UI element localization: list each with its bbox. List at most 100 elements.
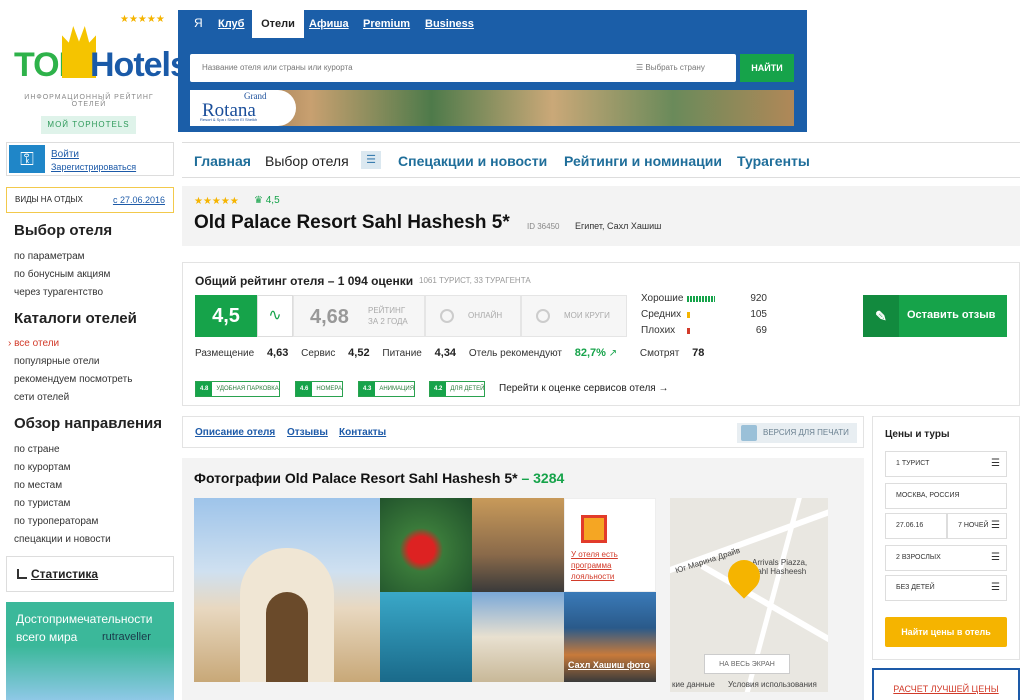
date-field[interactable]: 27.06.16 <box>885 513 947 539</box>
find-prices-button[interactable]: Найти цены в отель <box>885 617 1007 647</box>
flower-photo[interactable] <box>380 498 472 592</box>
photo-caption[interactable]: Сахл Хашиш фото <box>568 660 650 670</box>
sidebar-link[interactable]: через турагентство <box>14 287 103 298</box>
nav-ratings[interactable]: Рейтинги и номинации <box>564 153 722 169</box>
vacation-label: ВИДЫ НА ОТДЫХ <box>15 195 83 204</box>
statistics-link[interactable]: Статистика <box>31 567 98 581</box>
disabled-circle-icon <box>536 309 550 323</box>
rutraveller-banner[interactable]: Достопримечательности всего мира rutravel… <box>6 602 174 700</box>
adults-select[interactable]: 2 ВЗРОСЛЫХ ☰ <box>885 545 1007 571</box>
photos-count[interactable]: – 3284 <box>521 470 564 486</box>
online-rating[interactable]: ОНЛАЙН <box>425 295 521 337</box>
circles-rating[interactable]: МОИ КРУГИ <box>521 295 627 337</box>
search-button[interactable]: НАЙТИ <box>740 54 794 82</box>
sidebar-link[interactable]: по местам <box>14 480 62 491</box>
nav-choose-hotel[interactable]: Выбор отеля <box>265 153 349 169</box>
city-select[interactable]: МОСКВА, РОССИЯ <box>885 483 1007 509</box>
topnav-club[interactable]: Клуб <box>218 18 244 30</box>
two-year-score: 4,68 <box>310 306 349 328</box>
topnav-afisha[interactable]: Афиша <box>309 18 349 30</box>
nav-home[interactable]: Главная <box>194 153 251 169</box>
register-link[interactable]: Зарегистрироваться <box>51 162 136 172</box>
rating-panel: Общий рейтинг отеля – 1 094 оценки 1061 … <box>182 262 1020 406</box>
prices-title: Цены и туры <box>885 429 950 440</box>
sidebar-catalog-title: Каталоги отелей <box>14 310 137 327</box>
gym-photo[interactable] <box>472 498 564 592</box>
sidebar-link-active[interactable]: › все отели <box>8 338 59 349</box>
rating-title: Общий рейтинг отеля – 1 094 оценки <box>195 274 414 288</box>
chart-icon <box>17 569 27 579</box>
sidebar-link[interactable]: по туроператорам <box>14 516 98 527</box>
topnav-business[interactable]: Business <box>425 18 474 30</box>
service-chip[interactable]: 4.2 ДЛЯ ДЕТЕЙ <box>429 381 486 397</box>
services-rating-link[interactable]: Перейти к оценке сервисов отеля → <box>499 383 669 394</box>
rotana-ad-banner[interactable]: Grand Rotana Resort & Spa • Sharm El She… <box>190 90 794 126</box>
nav-agents[interactable]: Турагенты <box>737 153 810 169</box>
sidebar-link[interactable]: по стране <box>14 444 60 455</box>
disabled-circle-icon <box>440 309 454 323</box>
sidebar-link[interactable]: по курортам <box>14 462 71 473</box>
tab-description[interactable]: Описание отеля <box>195 427 275 438</box>
search-input[interactable]: Название отеля или страны или курорта ☰ … <box>190 54 736 82</box>
map-terms-link[interactable]: Условия использования <box>728 680 817 689</box>
tab-contacts[interactable]: Контакты <box>339 427 386 438</box>
loyalty-link[interactable]: У отеля есть программа лояльности <box>571 549 655 582</box>
hotel-map[interactable]: Юг Марина Драйв Arrivals Piazza, Sahl Ha… <box>670 498 828 692</box>
menu-icon: ☰ <box>991 458 1000 469</box>
sidebar-link[interactable]: спецакции и новости <box>14 534 111 545</box>
sidebar-link[interactable]: рекомендуем посмотреть <box>14 374 132 385</box>
vacation-box[interactable]: ВИДЫ НА ОТДЫХ с 27.06.2016 <box>6 187 174 213</box>
my-tophotels-button[interactable]: МОЙ TOPHOTELS <box>41 116 136 134</box>
tourists-select[interactable]: 1 ТУРИСТ ☰ <box>885 451 1007 477</box>
pencil-icon: ✎ <box>863 295 899 337</box>
photos-title: Фотографии Old Palace Resort Sahl Hashes… <box>194 470 565 486</box>
nights-select[interactable]: 7 НОЧЕЙ ☰ <box>947 513 1007 539</box>
menu-icon[interactable]: ☰ <box>361 151 381 169</box>
vacation-date[interactable]: с 27.06.2016 <box>113 188 165 212</box>
sidebar-link[interactable]: по бонусным акциям <box>14 269 110 280</box>
sidebar-link[interactable]: популярные отели <box>14 356 100 367</box>
loyalty-card[interactable]: У отеля есть программа лояльности <box>564 498 656 592</box>
hotel-rating-value: 4,5 <box>265 195 280 206</box>
statistics-box[interactable]: Статистика <box>6 556 174 592</box>
sub-scores: Размещение 4,63 Сервис 4,52 Питание 4,34… <box>195 347 714 359</box>
print-version-button[interactable]: ВЕРСИЯ ДЛЯ ПЕЧАТИ <box>737 423 857 443</box>
views: Смотрят 78 <box>639 347 705 359</box>
tab-reviews[interactable]: Отзывы <box>287 427 328 438</box>
trend-icon[interactable]: ∿ <box>257 295 293 337</box>
banner-line2: всего мира <box>16 630 78 644</box>
service-chip[interactable]: 4.6 НОМЕРА <box>295 381 343 397</box>
best-price-link[interactable]: РАСЧЕТ ЛУЧШЕЙ ЦЕНЫ <box>872 668 1020 700</box>
hotel-location[interactable]: Египет, Сахл Хашиш <box>575 221 661 231</box>
main-nav: Главная Выбор отеля ☰ Спецакции и новост… <box>182 142 1020 178</box>
sub-score: Размещение 4,63 <box>195 347 289 359</box>
nav-specials[interactable]: Спецакции и новости <box>398 153 547 169</box>
leave-review-button[interactable]: ✎ Оставить отзыв <box>863 295 1007 337</box>
map-fullscreen-button[interactable]: НА ВЕСЬ ЭКРАН <box>704 654 790 674</box>
topnav-premium[interactable]: Premium <box>363 18 410 30</box>
banner-brand: rutraveller <box>102 631 151 643</box>
dist-row-avg: Средних 105 <box>641 309 767 320</box>
country-select[interactable]: ☰ Выбрать страну <box>636 63 705 72</box>
sidebar-link[interactable]: по параметрам <box>14 251 85 262</box>
dist-count: 69 <box>755 325 767 336</box>
online-label: ОНЛАЙН <box>468 311 503 320</box>
hotel-main-photo[interactable] <box>194 498 380 682</box>
tophotels-logo[interactable]: ★★★★★ TOP Hotels <box>12 14 189 88</box>
sidebar-link[interactable]: по туристам <box>14 498 70 509</box>
snorkel-photo[interactable] <box>380 592 472 682</box>
topnav-hotels-active[interactable]: Отели <box>252 10 304 38</box>
arch-photo[interactable] <box>472 592 564 682</box>
rotana-sub: Resort & Spa • Sharm El Sheikh <box>200 117 258 122</box>
sidebar-link[interactable]: сети отелей <box>14 392 69 403</box>
hotel-id: ID 36450 <box>527 222 560 231</box>
service-chip[interactable]: 4.3 АНИМАЦИЯ <box>358 381 416 397</box>
dist-bar-bad <box>687 328 690 334</box>
dist-label: Средних <box>641 309 682 320</box>
children-select[interactable]: БЕЗ ДЕТЕЙ ☰ <box>885 575 1007 601</box>
service-chip[interactable]: 4.8 УДОБНАЯ ПАРКОВКА <box>195 381 280 397</box>
yandex-icon[interactable]: Я <box>194 16 203 30</box>
signin-link[interactable]: Войти <box>51 149 79 160</box>
recommend: Отель рекомендуют 82,7% ↗ <box>468 347 618 359</box>
dist-bar-avg <box>687 312 690 318</box>
